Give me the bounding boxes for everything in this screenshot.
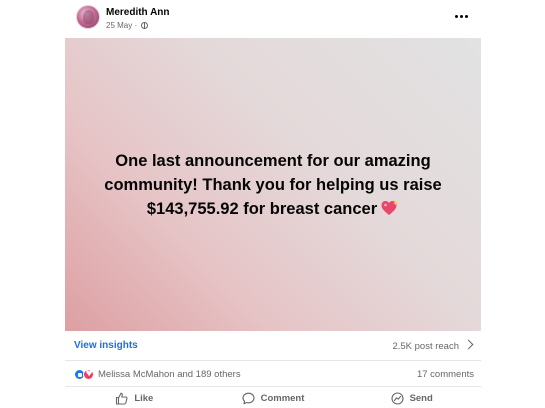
like-label: Like [134, 392, 154, 404]
insights-row: View insights 2.5K post reach [65, 331, 481, 361]
post-card: Meredith Ann 25 May · One last announcem… [65, 0, 481, 408]
send-icon [391, 391, 404, 405]
send-label: Send [409, 392, 433, 404]
globe-icon [141, 22, 149, 29]
comment-button[interactable]: Comment [204, 388, 343, 408]
media-text-block: One last announcement for our amazing co… [65, 149, 481, 221]
comment-icon [242, 392, 255, 404]
reactions-row: Melissa McMahon and 189 others 17 commen… [65, 361, 481, 387]
thumbs-up-icon [116, 392, 128, 405]
comment-label: Comment [260, 392, 305, 404]
media-line-3: $143,755.92 for breast cancer [65, 197, 481, 221]
actions-row: Like Comment Send [65, 388, 481, 408]
send-button[interactable]: Send [342, 388, 481, 408]
sparkling-heart-icon [381, 200, 399, 215]
view-insights-link[interactable]: View insights [74, 340, 138, 351]
media-line-2: community! Thank you for helping us rais… [104, 176, 442, 194]
chevron-right-icon[interactable] [463, 339, 474, 350]
reactions-summary[interactable]: Melissa McMahon and 189 others [98, 369, 241, 380]
love-reaction-icon [83, 369, 94, 380]
post-reach[interactable]: 2.5K post reach [392, 341, 459, 352]
post-meta: 25 May · [106, 21, 149, 30]
like-button[interactable]: Like [65, 388, 204, 408]
media-line-1: One last announcement for our amazing [115, 152, 431, 170]
more-options-icon[interactable] [455, 12, 469, 20]
post-header: Meredith Ann 25 May · [65, 0, 481, 38]
post-media[interactable]: One last announcement for our amazing co… [65, 38, 481, 331]
avatar[interactable] [76, 5, 100, 29]
author-name[interactable]: Meredith Ann [106, 7, 170, 18]
reaction-icons[interactable] [74, 369, 94, 380]
post-date[interactable]: 25 May · [106, 21, 137, 30]
comments-count[interactable]: 17 comments [417, 369, 474, 380]
